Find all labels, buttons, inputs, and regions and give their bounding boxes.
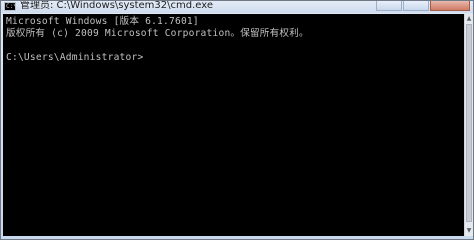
window-controls bbox=[374, 1, 470, 12]
cmd-window: C:\ 管理员: C:\Windows\system32\cmd.exe Mic… bbox=[0, 0, 474, 240]
close-button[interactable] bbox=[430, 1, 470, 11]
scroll-thumb[interactable] bbox=[466, 24, 472, 222]
minimize-button[interactable] bbox=[376, 1, 402, 11]
command-prompt[interactable]: C:\Users\Administrator> bbox=[6, 52, 143, 64]
vertical-scrollbar[interactable]: ▲ ▼ bbox=[464, 14, 473, 236]
title-bar[interactable]: C:\ 管理员: C:\Windows\system32\cmd.exe bbox=[1, 1, 473, 13]
window-frame-bottom bbox=[1, 236, 473, 239]
cmd-icon[interactable]: C:\ bbox=[4, 2, 16, 11]
scroll-down-icon[interactable]: ▼ bbox=[465, 226, 473, 235]
console-output[interactable]: Microsoft Windows [版本 6.1.7601] 版权所有 (c)… bbox=[3, 14, 464, 236]
console-line-copyright: 版权所有 (c) 2009 Microsoft Corporation。保留所有… bbox=[6, 28, 309, 39]
maximize-button[interactable] bbox=[403, 1, 429, 11]
console-line-version: Microsoft Windows [版本 6.1.7601] bbox=[6, 16, 199, 27]
window-title: 管理员: C:\Windows\system32\cmd.exe bbox=[20, 0, 214, 11]
scroll-up-icon[interactable]: ▲ bbox=[465, 14, 473, 23]
